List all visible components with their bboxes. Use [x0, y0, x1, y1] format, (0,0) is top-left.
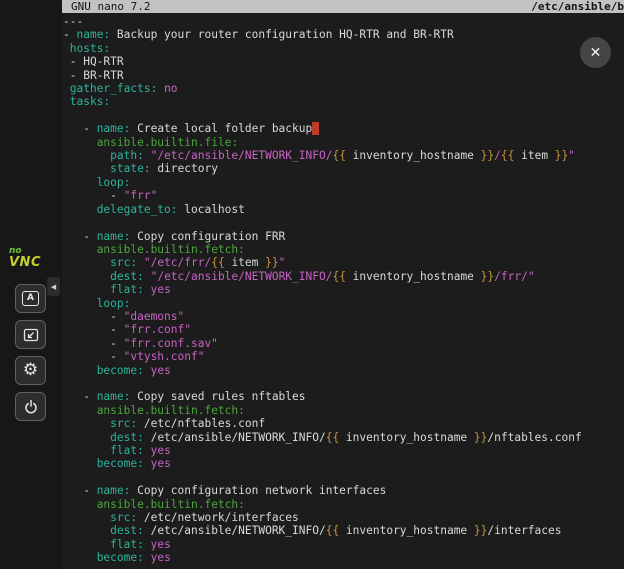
code-line [63, 109, 624, 122]
code-line: become: yes [63, 364, 624, 377]
code-line: delegate_to: localhost [63, 203, 624, 216]
settings-button[interactable]: ⚙ [15, 356, 46, 385]
code-line: ansible.builtin.fetch: [63, 498, 624, 511]
code-line: loop: [63, 297, 624, 310]
code-line: - "frr.conf" [63, 323, 624, 336]
power-icon [23, 399, 39, 415]
terminal[interactable]: GNU nano 7.2 /etc/ansible/b ---- name: B… [62, 0, 624, 569]
code-line: src: /etc/nftables.conf [63, 417, 624, 430]
code-line: - "vtysh.conf" [63, 350, 624, 363]
novnc-logo-vnc: VNC [9, 256, 41, 269]
code-line: dest: "/etc/ansible/NETWORK_INFO/{{ inve… [63, 270, 624, 283]
code-line: become: yes [63, 551, 624, 564]
code-line: - "daemons" [63, 310, 624, 323]
power-button[interactable] [15, 392, 46, 421]
code-line: tasks: [63, 95, 624, 108]
nano-app-title: GNU nano 7.2 [71, 0, 150, 13]
editor-content[interactable]: ---- name: Backup your router configurat… [62, 13, 624, 565]
code-line: - name: Copy saved rules nftables [63, 390, 624, 403]
vnc-sidebar: no VNC ◀ A ⚙ [0, 0, 62, 569]
code-line: gather_facts: no [63, 82, 624, 95]
fullscreen-button[interactable] [15, 320, 46, 349]
code-line: ansible.builtin.fetch: [63, 404, 624, 417]
nano-titlebar: GNU nano 7.2 /etc/ansible/b [62, 0, 624, 13]
novnc-logo: no VNC [9, 247, 41, 269]
code-line: - name: Copy configuration FRR [63, 230, 624, 243]
vnc-button-column: A ⚙ [15, 284, 46, 421]
code-line: ansible.builtin.file: [63, 136, 624, 149]
code-line: - "frr.conf.sav" [63, 337, 624, 350]
code-line: src: /etc/network/interfaces [63, 511, 624, 524]
code-line: ansible.builtin.fetch: [63, 243, 624, 256]
nano-file-path: /etc/ansible/b [531, 0, 624, 13]
code-line: flat: yes [63, 444, 624, 457]
close-button[interactable]: ✕ [580, 37, 611, 68]
code-line: dest: /etc/ansible/NETWORK_INFO/{{ inven… [63, 524, 624, 537]
code-line: state: directory [63, 162, 624, 175]
code-line [63, 471, 624, 484]
code-line: - HQ-RTR [63, 55, 624, 68]
code-line: become: yes [63, 457, 624, 470]
screen: no VNC ◀ A ⚙ [0, 0, 624, 569]
clipboard-button[interactable]: A [15, 284, 46, 313]
fullscreen-icon [23, 327, 39, 343]
collapse-arrow-icon: ◀ [51, 283, 56, 291]
code-line: - "frr" [63, 189, 624, 202]
sidebar-collapse-handle[interactable]: ◀ [47, 277, 60, 296]
code-line: --- [63, 15, 624, 28]
code-line: loop: [63, 176, 624, 189]
code-line: flat: yes [63, 283, 624, 296]
clipboard-icon: A [22, 291, 39, 306]
code-line [63, 377, 624, 390]
code-line: - name: Backup your router configuration… [63, 28, 624, 41]
code-line: - name: Copy configuration network inter… [63, 484, 624, 497]
close-icon: ✕ [590, 45, 602, 61]
code-line: path: "/etc/ansible/NETWORK_INFO/{{ inve… [63, 149, 624, 162]
code-line: - name: Create local folder backup [63, 122, 624, 135]
code-line [63, 216, 624, 229]
code-line: src: "/etc/frr/{{ item }}" [63, 256, 624, 269]
code-line: hosts: [63, 42, 624, 55]
code-line: dest: /etc/ansible/NETWORK_INFO/{{ inven… [63, 431, 624, 444]
gear-icon: ⚙ [23, 362, 38, 379]
code-line: - BR-RTR [63, 69, 624, 82]
code-line: flat: yes [63, 538, 624, 551]
